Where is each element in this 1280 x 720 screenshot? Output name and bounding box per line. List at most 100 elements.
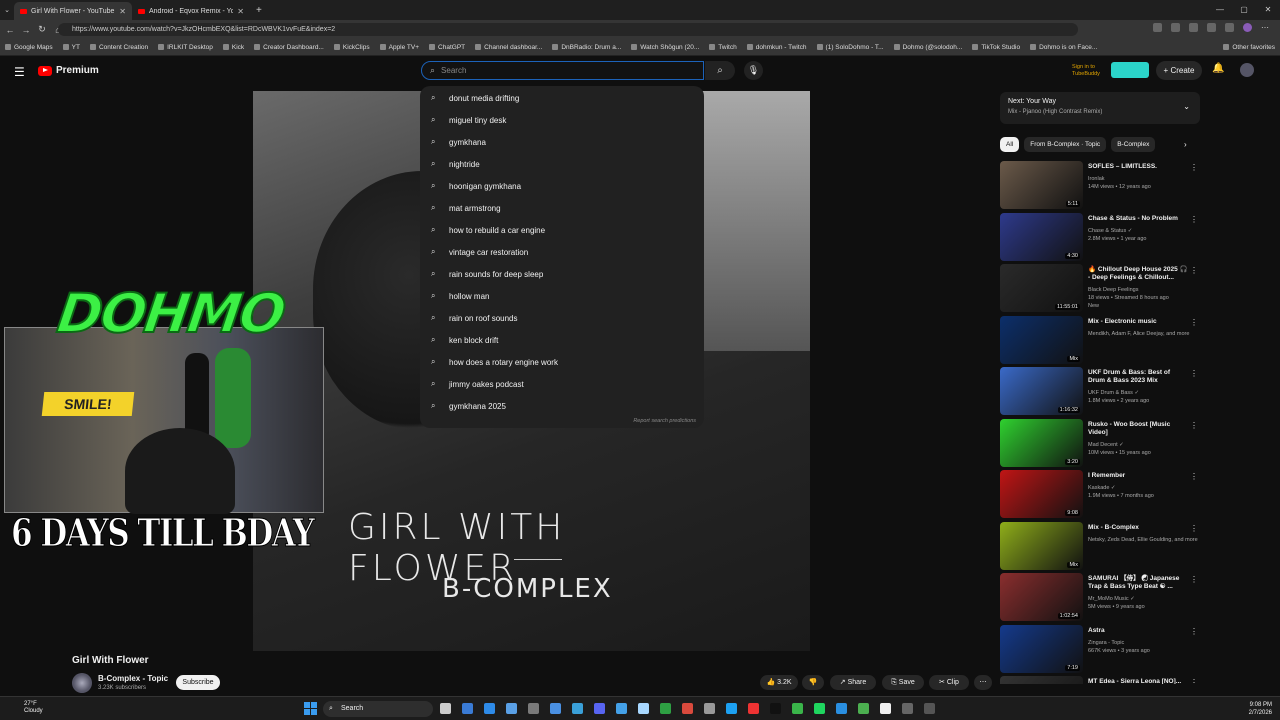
tab-actions-icon[interactable]: ⌄ <box>0 6 14 14</box>
hamburger-menu-icon[interactable]: ☰ <box>14 65 25 79</box>
taskbar-app-icon[interactable] <box>528 703 539 714</box>
filter-chip[interactable]: B-Complex <box>1111 137 1156 152</box>
filter-chip[interactable]: All <box>1000 137 1020 152</box>
forward-icon[interactable]: → <box>20 25 32 35</box>
search-suggestion[interactable]: ⌕ hollow man <box>420 285 704 307</box>
like-button[interactable]: 👍 3.2K <box>760 675 798 690</box>
extension-button[interactable] <box>1111 62 1149 78</box>
bookmark-item[interactable]: Apple TV+ <box>375 44 424 51</box>
bookmark-item[interactable]: dohmkun - Twitch <box>742 44 812 51</box>
taskbar-app-icon[interactable] <box>682 703 693 714</box>
maximize-icon[interactable]: ▢ <box>1232 0 1256 20</box>
bookmark-item[interactable]: Kick <box>218 44 249 51</box>
taskbar-app-icon[interactable] <box>616 703 627 714</box>
extension-icon[interactable] <box>1171 23 1180 32</box>
taskbar-search[interactable]: ⌕ Search <box>323 701 433 717</box>
search-suggestion[interactable]: ⌕ rain sounds for deep sleep <box>420 263 704 285</box>
more-options-icon[interactable]: ⋮ <box>1190 318 1198 327</box>
taskbar-app-icon[interactable] <box>814 703 825 714</box>
bookmark-item[interactable]: Google Maps <box>0 44 58 51</box>
account-avatar[interactable] <box>1240 63 1254 77</box>
video-thumbnail[interactable] <box>1000 676 1083 684</box>
bookmark-item[interactable]: IRLKIT Desktop <box>153 44 218 51</box>
taskbar-app-icon[interactable] <box>462 703 473 714</box>
more-options-icon[interactable]: ⋮ <box>1190 575 1198 584</box>
bookmark-item[interactable]: Watch Shōgun (20... <box>626 44 704 51</box>
taskbar-app-icon[interactable] <box>726 703 737 714</box>
video-thumbnail[interactable]: 11:55:01 <box>1000 264 1083 312</box>
more-options-icon[interactable]: ⋮ <box>1190 524 1198 533</box>
search-suggestion[interactable]: ⌕ mat armstrong <box>420 197 704 219</box>
extension-icon[interactable] <box>1153 23 1162 32</box>
taskbar-app-icon[interactable] <box>792 703 803 714</box>
search-suggestion[interactable]: ⌕ how to rebuild a car engine <box>420 219 704 241</box>
search-suggestion[interactable]: ⌕ hoonigan gymkhana <box>420 175 704 197</box>
taskbar-app-icon[interactable] <box>924 703 935 714</box>
recommendation-item[interactable]: 3:20 Rusko - Woo Boost [Music Video] Mad D… <box>1000 418 1200 467</box>
search-suggestion[interactable]: ⌕ vintage car restoration <box>420 241 704 263</box>
clip-button[interactable]: ✂ Clip <box>929 675 969 690</box>
weather-widget[interactable]: 27°F Cloudy <box>10 701 43 715</box>
bookmark-item[interactable]: Dohmo (@solodoh... <box>889 44 968 51</box>
recommendation-title[interactable]: Mix - B-Complex <box>1088 524 1188 532</box>
bookmark-item[interactable]: Other favorites <box>1218 44 1280 51</box>
more-options-icon[interactable]: ⋮ <box>1190 421 1198 430</box>
minimize-icon[interactable]: — <box>1208 0 1232 20</box>
recommendation-title[interactable]: SOFLES – LIMITLESS. <box>1088 163 1188 171</box>
bookmark-item[interactable]: ChatGPT <box>424 44 470 51</box>
video-thumbnail[interactable]: 5:11 <box>1000 161 1083 209</box>
filter-chip[interactable]: From B-Complex · Topic <box>1024 137 1107 152</box>
recommendation-item[interactable]: Mix Mix - Electronic music Mendikh, Adam F… <box>1000 315 1200 364</box>
microphone-icon[interactable]: 🎙 <box>744 61 763 80</box>
video-thumbnail[interactable]: 9:08 <box>1000 470 1083 518</box>
video-thumbnail[interactable]: 4:30 <box>1000 212 1083 261</box>
recommendation-title[interactable]: Chase & Status - No Problem <box>1088 215 1188 223</box>
recommendation-title[interactable]: MT Edea - Sierra Leona [NO]... <box>1088 678 1188 684</box>
tubebuddy-signin-link[interactable]: Sign in to TubeBuddy <box>1072 64 1112 78</box>
more-options-icon[interactable]: ⋮ <box>1190 163 1198 172</box>
bookmark-item[interactable]: YT <box>58 44 85 51</box>
search-suggestion[interactable]: ⌕ jimmy oakes podcast <box>420 373 704 395</box>
recommendation-title[interactable]: 🔥 Chillout Deep House 2025 🎧 - Deep Feel… <box>1088 266 1188 282</box>
close-tab-icon[interactable]: ✕ <box>119 7 126 16</box>
taskbar-app-icon[interactable] <box>880 703 891 714</box>
save-button[interactable]: ⎘ Save <box>882 675 924 690</box>
recommendation-title[interactable]: Astra <box>1088 627 1188 635</box>
taskbar-app-icon[interactable] <box>748 703 759 714</box>
search-input[interactable] <box>441 66 662 75</box>
create-button[interactable]: + Create <box>1156 61 1202 80</box>
browser-tab[interactable]: Android - Eqvox Remix - YouTube Music ✕ <box>132 2 250 20</box>
video-thumbnail[interactable]: 1:16:32 <box>1000 367 1083 415</box>
bookmark-item[interactable]: Twitch <box>704 44 741 51</box>
new-tab-icon[interactable]: + <box>256 5 262 16</box>
recommendation-item[interactable]: 11:55:01 🔥 Chillout Deep House 2025 🎧 - D… <box>1000 264 1200 312</box>
taskbar-app-icon[interactable] <box>836 703 847 714</box>
recommendation-item[interactable]: 5:11 SOFLES – LIMITLESS. Ironlak 14M views … <box>1000 161 1200 209</box>
report-predictions-link[interactable]: Report search predictions <box>633 418 696 424</box>
video-thumbnail[interactable]: Mix <box>1000 521 1083 570</box>
notifications-bell-icon[interactable]: 🔔 <box>1212 63 1224 74</box>
taskbar-app-icon[interactable] <box>660 703 671 714</box>
chevron-down-icon[interactable]: ⌄ <box>1183 102 1190 111</box>
system-clock[interactable]: 9:08 PM 2/7/2026 <box>1249 701 1272 717</box>
search-suggestion[interactable]: ⌕ how does a rotary engine work <box>420 351 704 373</box>
extension-icon[interactable] <box>1225 23 1234 32</box>
bookmark-item[interactable]: Creator Dashboard... <box>249 44 329 51</box>
more-options-icon[interactable]: ⋮ <box>1190 215 1198 224</box>
taskbar-app-icon[interactable] <box>550 703 561 714</box>
subscribe-button[interactable]: Subscribe <box>176 675 220 690</box>
recommendation-item[interactable]: 9:08 I Remember Kaskade ✓ 1.9M views • 7 mo… <box>1000 470 1200 518</box>
search-suggestion[interactable]: ⌕ gymkhana 2025 <box>420 395 704 417</box>
recommendation-item[interactable]: 1:02:54 SAMURAI 【侍】 ☯ Japanese Trap & Bas… <box>1000 573 1200 621</box>
bookmark-item[interactable]: (1) SoloDohmo - T... <box>812 44 889 51</box>
search-box[interactable]: ⌕ <box>421 61 704 80</box>
youtube-logo[interactable]: Premium <box>38 65 99 76</box>
taskbar-app-icon[interactable] <box>572 703 583 714</box>
close-window-icon[interactable]: ✕ <box>1256 0 1280 20</box>
recommendation-item[interactable]: 4:30 Chase & Status - No Problem Chase & S… <box>1000 212 1200 261</box>
recommendation-item[interactable]: Mix Mix - B-Complex Netsky, Zeds Dead, Ell… <box>1000 521 1200 570</box>
channel-avatar[interactable] <box>72 673 92 693</box>
dislike-button[interactable]: 👎 <box>802 675 824 690</box>
recommendation-item[interactable]: 7:19 Astra Zingara - Topic 667K views • 3 y… <box>1000 624 1200 673</box>
menu-dots-icon[interactable]: ⋯ <box>1261 23 1270 32</box>
